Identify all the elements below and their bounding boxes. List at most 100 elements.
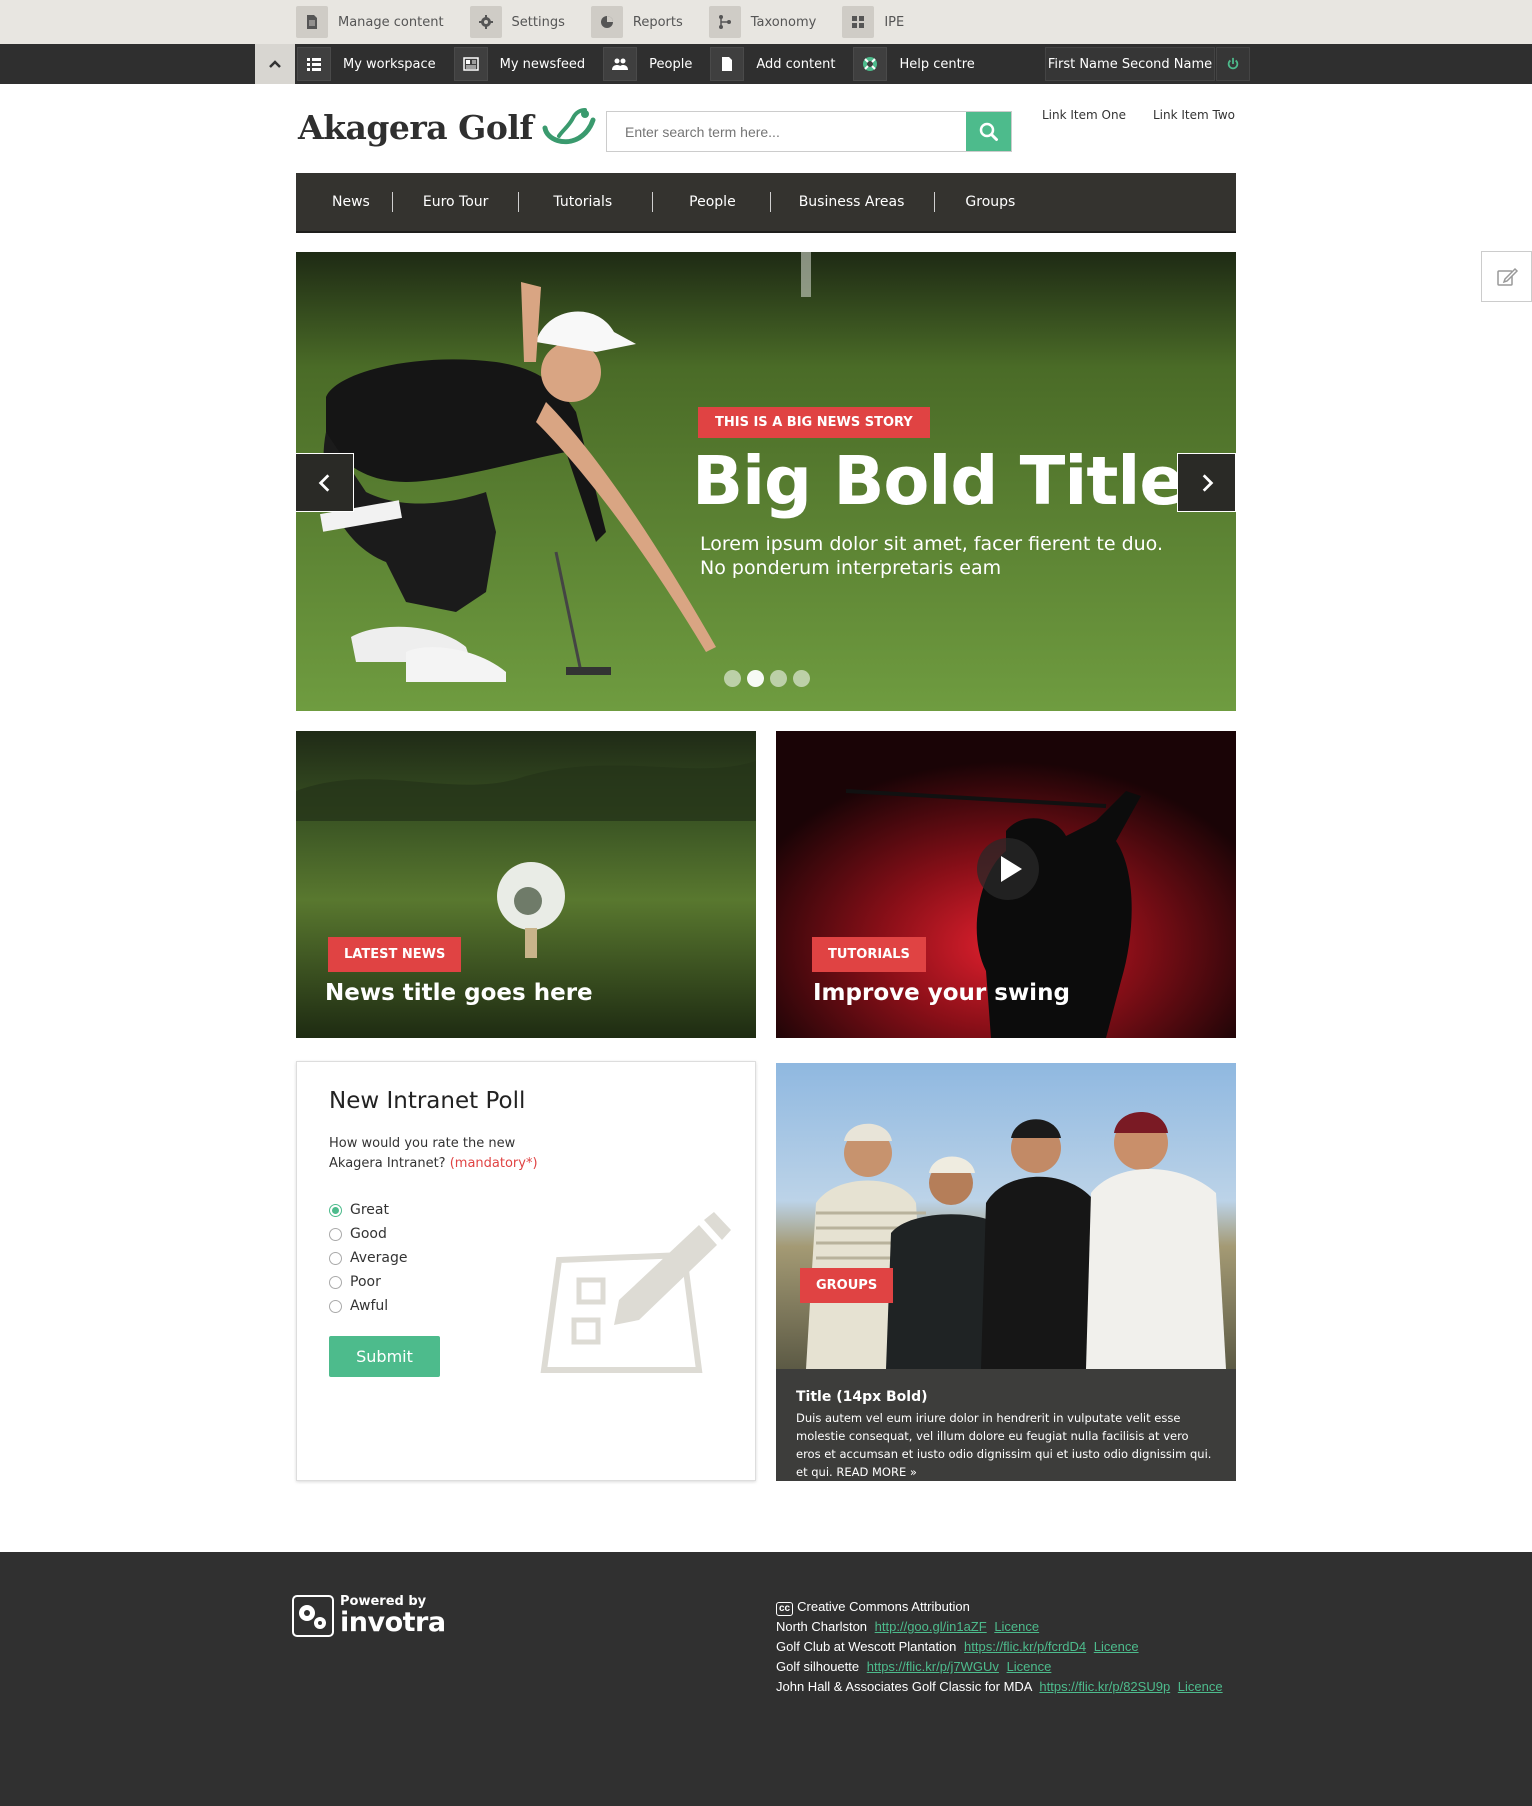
toolbar-add-content[interactable]: Add content bbox=[710, 44, 835, 84]
admin-taxonomy[interactable]: Taxonomy bbox=[708, 0, 816, 44]
radio-button[interactable] bbox=[329, 1203, 342, 1217]
logo-text: Akagera Golf bbox=[298, 107, 534, 147]
tutorials-card-title: Improve your swing bbox=[813, 980, 1070, 1006]
poll-widget: New Intranet Poll How would you rate the… bbox=[296, 1061, 756, 1481]
cc-attribution-heading: cc Creative Commons Attribution bbox=[776, 1597, 1223, 1617]
video-play-button[interactable] bbox=[977, 838, 1039, 900]
hero-tag[interactable]: THIS IS A BIG NEWS STORY bbox=[698, 407, 930, 438]
toolbar-help-centre[interactable]: Help centre bbox=[853, 44, 975, 84]
slider-dot[interactable] bbox=[747, 670, 764, 687]
search-button[interactable] bbox=[966, 112, 1011, 151]
chevron-right-icon bbox=[1202, 473, 1213, 492]
toolbar-add-content-label: Add content bbox=[756, 56, 836, 72]
search-box bbox=[606, 111, 1012, 152]
collapse-toolbar-button[interactable] bbox=[255, 44, 295, 84]
groups-card-tag: GROUPS bbox=[800, 1268, 894, 1303]
admin-manage-content[interactable]: Manage content bbox=[296, 0, 444, 44]
file-icon bbox=[710, 47, 745, 81]
lifebuoy-icon bbox=[853, 47, 888, 81]
admin-settings-label: Settings bbox=[511, 14, 565, 30]
toolbar-my-newsfeed[interactable]: My newsfeed bbox=[453, 44, 586, 84]
nav-item-business-areas[interactable]: Business Areas bbox=[771, 192, 936, 212]
credit-url-link[interactable]: http://goo.gl/in1aZF bbox=[875, 1619, 987, 1634]
poll-option-average[interactable]: Average bbox=[329, 1246, 408, 1270]
nav-item-groups[interactable]: Groups bbox=[935, 192, 1045, 212]
poll-option-label: Average bbox=[350, 1250, 408, 1266]
nav-item-euro-tour[interactable]: Euro Tour bbox=[393, 192, 520, 212]
poll-option-great[interactable]: Great bbox=[329, 1198, 408, 1222]
slider-next-button[interactable] bbox=[1177, 453, 1236, 512]
image-credits: cc Creative Commons Attribution North Cha… bbox=[776, 1597, 1223, 1697]
slider-dot[interactable] bbox=[770, 670, 787, 687]
slider-dot[interactable] bbox=[724, 670, 741, 687]
gears-icon bbox=[292, 1595, 334, 1637]
golfers-group-image bbox=[776, 1063, 1236, 1369]
document-icon bbox=[296, 6, 328, 38]
search-input[interactable] bbox=[607, 112, 966, 151]
nav-item-news[interactable]: News bbox=[310, 192, 393, 212]
poll-mandatory-label: (mandatory*) bbox=[449, 1156, 538, 1171]
powered-by-invotra-logo[interactable]: Powered by invotra bbox=[292, 1595, 446, 1637]
poll-option-label: Poor bbox=[350, 1274, 381, 1290]
nav-item-people[interactable]: People bbox=[653, 192, 771, 212]
user-menu-button[interactable]: First Name Second Name bbox=[1045, 47, 1215, 81]
site-logo[interactable]: Akagera Golf bbox=[298, 106, 601, 148]
footer bbox=[0, 1552, 1532, 1806]
credit-licence-link[interactable]: Licence bbox=[1007, 1659, 1052, 1674]
credit-url-link[interactable]: https://flic.kr/p/fcrdD4 bbox=[964, 1639, 1086, 1654]
slider-dot[interactable] bbox=[793, 670, 810, 687]
poll-option-label: Awful bbox=[350, 1298, 389, 1314]
credit-url-link[interactable]: https://flic.kr/p/82SU9p bbox=[1039, 1679, 1170, 1694]
toolbar-my-workspace[interactable]: My workspace bbox=[297, 44, 436, 84]
edit-page-button[interactable] bbox=[1481, 251, 1532, 302]
header-link-one[interactable]: Link Item One bbox=[1042, 108, 1126, 122]
news-card-title: News title goes here bbox=[325, 980, 593, 1006]
list-icon bbox=[297, 47, 331, 81]
poll-question: How would you rate the new Akagera Intra… bbox=[329, 1134, 549, 1174]
chevron-up-icon bbox=[269, 60, 281, 68]
slider-prev-button[interactable] bbox=[295, 453, 354, 512]
poll-question-line1: How would you rate the new bbox=[329, 1136, 516, 1151]
toolbar-my-workspace-label: My workspace bbox=[343, 56, 436, 72]
credit-licence-link[interactable]: Licence bbox=[994, 1619, 1039, 1634]
poll-option-label: Good bbox=[350, 1226, 387, 1242]
credit-name: Golf Club at Wescott Plantation bbox=[776, 1639, 957, 1654]
groups-card-text: Duis autem vel eum iriure dolor in hendr… bbox=[796, 1409, 1216, 1481]
radio-button[interactable] bbox=[329, 1275, 342, 1289]
groups-card[interactable]: GROUPS Title (14px Bold) Duis autem vel … bbox=[776, 1063, 1236, 1481]
poll-title: New Intranet Poll bbox=[329, 1088, 526, 1114]
header-link-two[interactable]: Link Item Two bbox=[1153, 108, 1235, 122]
radio-button[interactable] bbox=[329, 1227, 342, 1241]
toolbar-my-newsfeed-label: My newsfeed bbox=[499, 56, 586, 72]
nav-item-tutorials[interactable]: Tutorials bbox=[519, 192, 654, 212]
credit-url-link[interactable]: https://flic.kr/p/j7WGUv bbox=[867, 1659, 999, 1674]
hero-subtitle-line1: Lorem ipsum dolor sit amet, facer fieren… bbox=[700, 533, 1164, 555]
taxonomy-icon bbox=[708, 6, 741, 38]
tutorials-card[interactable]: TUTORIALS Improve your swing bbox=[776, 731, 1236, 1038]
hero-subtitle: Lorem ipsum dolor sit amet, facer fieren… bbox=[700, 532, 1180, 580]
credit-licence-link[interactable]: Licence bbox=[1178, 1679, 1223, 1694]
toolbar-people[interactable]: People bbox=[603, 44, 692, 84]
credit-name: Golf silhouette bbox=[776, 1659, 860, 1674]
tutorials-card-tag: TUTORIALS bbox=[812, 937, 926, 972]
edit-icon bbox=[1496, 267, 1518, 286]
poll-options: Great Good Average Poor Awful bbox=[329, 1198, 408, 1318]
logout-button[interactable] bbox=[1216, 47, 1250, 81]
credit-row: Golf silhouette https://flic.kr/p/j7WGUv… bbox=[776, 1657, 1223, 1677]
poll-submit-button[interactable]: Submit bbox=[329, 1336, 440, 1377]
news-card[interactable]: LATEST NEWS News title goes here bbox=[296, 731, 756, 1038]
invotra-brand: invotra bbox=[340, 1607, 446, 1638]
admin-ipe[interactable]: IPE bbox=[842, 0, 904, 44]
radio-button[interactable] bbox=[329, 1299, 342, 1313]
poll-option-poor[interactable]: Poor bbox=[329, 1270, 408, 1294]
poll-option-good[interactable]: Good bbox=[329, 1222, 408, 1246]
cc-title: Creative Commons Attribution bbox=[797, 1599, 970, 1614]
hero-title[interactable]: Big Bold Title bbox=[692, 442, 1185, 520]
radio-button[interactable] bbox=[329, 1251, 342, 1265]
poll-option-awful[interactable]: Awful bbox=[329, 1294, 408, 1318]
grid-icon bbox=[842, 6, 875, 38]
admin-settings[interactable]: Settings bbox=[469, 0, 565, 44]
credit-licence-link[interactable]: Licence bbox=[1094, 1639, 1139, 1654]
admin-reports[interactable]: Reports bbox=[590, 0, 683, 44]
read-more-link[interactable]: READ MORE » bbox=[836, 1465, 917, 1479]
